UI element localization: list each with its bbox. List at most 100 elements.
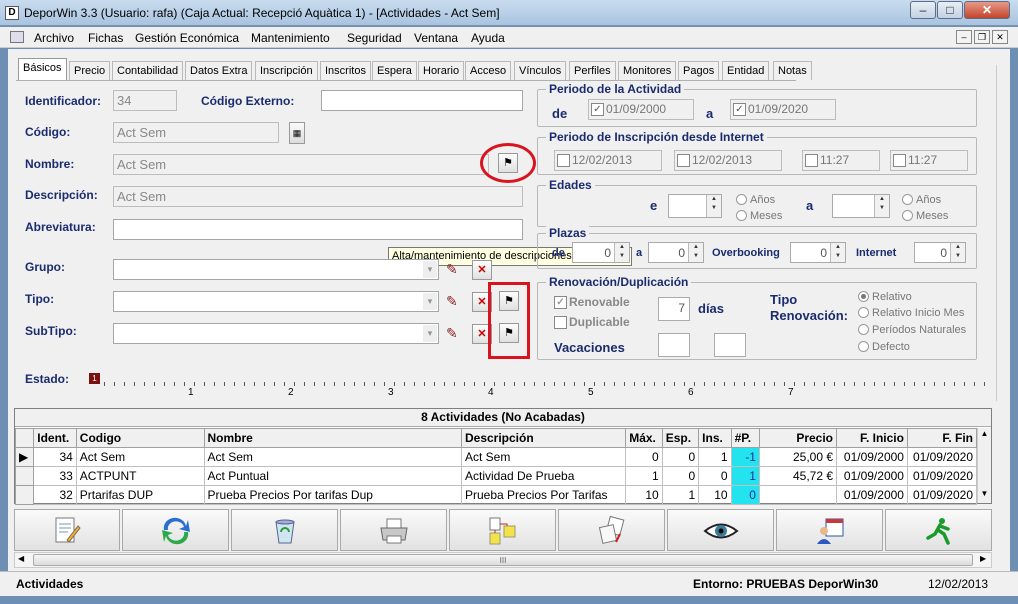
cell-ident[interactable]: 34 bbox=[33, 447, 77, 467]
codigo-field[interactable]: Act Sem bbox=[113, 122, 279, 143]
cell-f-fin[interactable]: 01/09/2020 bbox=[906, 466, 978, 486]
periodo-from-date[interactable]: ✓ 01/09/2000 bbox=[588, 99, 694, 120]
column-header[interactable]: Ins. bbox=[698, 428, 732, 448]
schedule-user-button[interactable] bbox=[776, 509, 883, 551]
cell-codigo[interactable]: Prtarifas DUP bbox=[75, 485, 205, 505]
cell-p[interactable]: -1 bbox=[730, 447, 760, 467]
internet-spinner[interactable]: 0 ▲ ▼ bbox=[914, 242, 966, 263]
tab-espera[interactable]: Espera bbox=[372, 61, 417, 80]
tab-inscripcion[interactable]: Inscripción bbox=[255, 61, 318, 80]
overbooking-spinner[interactable]: 0 ▲ ▼ bbox=[790, 242, 846, 263]
chevron-down-icon[interactable]: ▼ bbox=[423, 293, 437, 310]
radio-periodos-naturales[interactable]: Períodos Naturales bbox=[858, 322, 966, 336]
tab-monitores[interactable]: Monitores bbox=[618, 61, 677, 80]
column-header[interactable]: Ident. bbox=[33, 428, 77, 448]
menu-ayuda[interactable]: Ayuda bbox=[471, 31, 505, 45]
duplicable-checkbox[interactable]: Duplicable bbox=[554, 315, 630, 330]
delete-button[interactable] bbox=[231, 509, 338, 551]
table-row[interactable]: 32 Prtarifas DUP Prueba Precios Por tari… bbox=[14, 485, 978, 505]
edad-max-spinner[interactable]: ▲ ▼ bbox=[832, 194, 890, 218]
edit-lookup-icon[interactable]: ✎ bbox=[446, 293, 458, 310]
radio-defecto[interactable]: Defecto bbox=[858, 339, 910, 353]
column-header[interactable]: F. Fin bbox=[906, 428, 978, 448]
cell-descripcion[interactable]: Prueba Precios Por Tarifas bbox=[460, 485, 627, 505]
scroll-right-icon[interactable]: ▶ bbox=[980, 554, 986, 563]
dias-field[interactable]: 7 bbox=[658, 297, 690, 321]
exit-button[interactable] bbox=[885, 509, 992, 551]
tab-vinculos[interactable]: Vínculos bbox=[514, 61, 567, 80]
cell-codigo[interactable]: Act Sem bbox=[75, 447, 205, 467]
tab-datos-extra[interactable]: Datos Extra bbox=[185, 61, 253, 80]
column-header[interactable]: Nombre bbox=[203, 428, 462, 448]
cell-codigo[interactable]: ACTPUNT bbox=[75, 466, 205, 486]
close-button[interactable]: ✕ bbox=[964, 1, 1010, 19]
row-selector-icon[interactable]: ▶ bbox=[14, 447, 35, 467]
mdi-minimize-button[interactable]: – bbox=[956, 30, 972, 44]
table-row[interactable]: ▶ 34 Act Sem Act Sem Act Sem 0 0 1 -1 25… bbox=[14, 447, 978, 467]
column-header[interactable]: #P. bbox=[730, 428, 760, 448]
cell-f-inicio[interactable]: 01/09/2000 bbox=[836, 485, 908, 505]
subtipo-select[interactable] bbox=[113, 323, 439, 344]
inscripcion-to-date[interactable]: 12/02/2013 bbox=[674, 150, 782, 171]
vacaciones-to-field[interactable] bbox=[714, 333, 746, 357]
cell-nombre[interactable]: Act Sem bbox=[203, 447, 462, 467]
column-header[interactable]: F. Inicio bbox=[836, 428, 908, 448]
mdi-restore-button[interactable]: ❐ bbox=[974, 30, 990, 44]
row-selector[interactable] bbox=[14, 466, 35, 486]
edit-lookup-icon[interactable]: ✎ bbox=[446, 325, 458, 342]
cell-ident[interactable]: 33 bbox=[33, 466, 77, 486]
grid-scrollbar[interactable]: ▲ ▼ bbox=[977, 428, 991, 503]
column-header[interactable]: Precio bbox=[758, 428, 838, 448]
chevron-down-icon[interactable]: ▼ bbox=[423, 325, 437, 342]
view-button[interactable] bbox=[667, 509, 774, 551]
menu-seguridad[interactable]: Seguridad bbox=[347, 31, 402, 45]
cell-p[interactable]: 0 bbox=[730, 485, 760, 505]
tab-basicos[interactable]: Básicos bbox=[18, 58, 67, 81]
cell-precio[interactable] bbox=[758, 485, 838, 505]
menu-ventana[interactable]: Ventana bbox=[414, 31, 458, 45]
cell-ins[interactable]: 1 bbox=[698, 447, 732, 467]
cell-f-fin[interactable]: 01/09/2020 bbox=[906, 485, 978, 505]
plazas-a-spinner[interactable]: 0 ▲ ▼ bbox=[648, 242, 704, 263]
copy-documents-button[interactable] bbox=[558, 509, 665, 551]
cell-descripcion[interactable]: Actividad De Prueba bbox=[460, 466, 627, 486]
edad-max-meses-radio[interactable]: Meses bbox=[902, 208, 948, 222]
descripcion-field[interactable]: Act Sem bbox=[113, 186, 523, 207]
cell-p[interactable]: 1 bbox=[730, 466, 760, 486]
tipo-select[interactable] bbox=[113, 291, 439, 312]
grupo-select[interactable] bbox=[113, 259, 439, 280]
cell-f-fin[interactable]: 01/09/2020 bbox=[906, 447, 978, 467]
edad-min-spinner[interactable]: ▲ ▼ bbox=[668, 194, 722, 218]
column-header[interactable]: Máx. bbox=[625, 428, 663, 448]
estado-thumb[interactable]: 1 bbox=[89, 373, 100, 384]
vacaciones-from-field[interactable] bbox=[658, 333, 690, 357]
tab-horario[interactable]: Horario bbox=[418, 61, 465, 80]
scroll-thumb[interactable]: III bbox=[33, 554, 973, 566]
menu-fichas[interactable]: Fichas bbox=[88, 31, 123, 45]
abreviatura-field[interactable] bbox=[113, 219, 523, 240]
structure-button[interactable] bbox=[449, 509, 556, 551]
mdi-close-button[interactable]: ✕ bbox=[992, 30, 1008, 44]
column-header[interactable]: Esp. bbox=[661, 428, 700, 448]
tab-notas[interactable]: Notas bbox=[773, 61, 812, 80]
renovable-checkbox[interactable]: ✓ Renovable bbox=[554, 295, 630, 310]
cell-esp[interactable]: 0 bbox=[661, 447, 700, 467]
tab-contabilidad[interactable]: Contabilidad bbox=[112, 61, 184, 80]
tab-precio[interactable]: Precio bbox=[69, 61, 111, 80]
edad-max-anos-radio[interactable]: Años bbox=[902, 192, 941, 206]
print-button[interactable] bbox=[340, 509, 447, 551]
tab-inscritos[interactable]: Inscritos bbox=[320, 61, 371, 80]
cell-esp[interactable]: 1 bbox=[661, 485, 700, 505]
cell-max[interactable]: 0 bbox=[625, 447, 663, 467]
clear-icon[interactable]: ✕ bbox=[472, 260, 492, 280]
horizontal-scrollbar[interactable]: ◀ III ▶ bbox=[14, 552, 992, 568]
cell-precio[interactable]: 45,72 € bbox=[758, 466, 838, 486]
minimize-button[interactable]: – bbox=[910, 1, 936, 19]
radio-relativo[interactable]: Relativo bbox=[858, 289, 912, 303]
column-header[interactable]: Descripción bbox=[460, 428, 627, 448]
cell-ins[interactable]: 10 bbox=[698, 485, 732, 505]
cell-descripcion[interactable]: Act Sem bbox=[460, 447, 627, 467]
refresh-button[interactable] bbox=[122, 509, 229, 551]
cell-max[interactable]: 1 bbox=[625, 466, 663, 486]
cell-f-inicio[interactable]: 01/09/2000 bbox=[836, 447, 908, 467]
